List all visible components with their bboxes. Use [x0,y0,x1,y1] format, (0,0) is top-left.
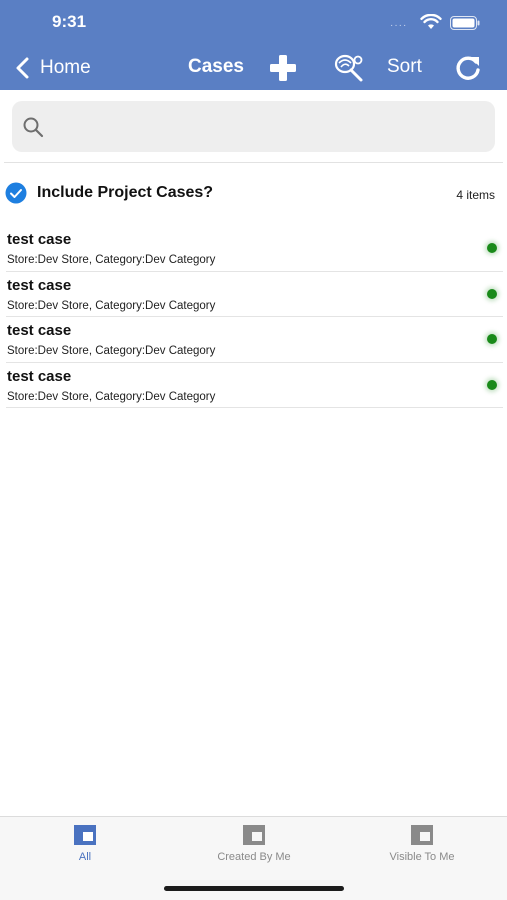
back-label: Home [40,57,91,78]
tab-all-label: All [78,851,92,863]
sort-button[interactable]: Sort [387,56,422,78]
case-title: test case [7,231,72,248]
case-row[interactable]: test case Store:Dev Store, Category:Dev … [6,363,503,408]
tab-created-by-me[interactable]: Created By Me [184,825,324,863]
check-circle-icon[interactable] [5,182,27,204]
tab-all[interactable]: All [15,825,155,863]
refresh-icon[interactable] [454,54,482,82]
include-project-cases-toggle[interactable]: Include Project Cases? [5,180,213,206]
tab-square-icon [74,825,96,845]
case-title: test case [7,276,72,294]
battery-icon [450,16,480,30]
status-dot-icon [487,243,497,253]
status-dot-icon [487,379,497,390]
items-count: 4 items [456,188,495,202]
filter-icon[interactable] [333,53,365,83]
tab-visible-to-me-label: Visible To Me [389,851,455,863]
home-indicator[interactable] [164,886,344,891]
case-subtitle: Store:Dev Store, Category:Dev Category [7,299,216,312]
case-row[interactable]: test case Store:Dev Store, Category:Dev … [6,226,503,272]
case-subtitle: Store:Dev Store, Category:Dev Category [7,254,216,266]
case-row[interactable]: test case Store:Dev Store, Category:Dev … [6,272,503,317]
search-input[interactable] [54,111,484,141]
back-button[interactable]: Home [14,54,91,82]
status-dot-icon [487,334,497,344]
tab-visible-to-me[interactable]: Visible To Me [352,825,492,863]
app-header: 9:31 ···· Home Cases Sort [0,0,507,90]
tab-square-icon [411,825,433,845]
case-title: test case [7,367,72,385]
plus-icon[interactable] [268,54,298,82]
tab-created-by-me-label: Created By Me [217,851,291,863]
page-title: Cases [188,56,244,77]
status-time: 9:31 [52,12,87,31]
chevron-left-icon [16,57,29,79]
tab-square-icon [243,825,265,845]
divider [4,162,503,163]
case-subtitle: Store:Dev Store, Category:Dev Category [7,345,216,357]
case-subtitle: Store:Dev Store, Category:Dev Category [7,390,216,403]
case-row[interactable]: test case Store:Dev Store, Category:Dev … [6,317,503,363]
case-title: test case [7,322,72,339]
case-list: test case Store:Dev Store, Category:Dev … [0,226,507,408]
wifi-icon [420,14,442,29]
status-dot-icon [487,288,497,299]
signal-icon: ···· [390,20,408,31]
search-icon [23,117,44,138]
include-project-cases-label: Include Project Cases? [37,184,214,201]
search-bar[interactable] [12,101,495,152]
